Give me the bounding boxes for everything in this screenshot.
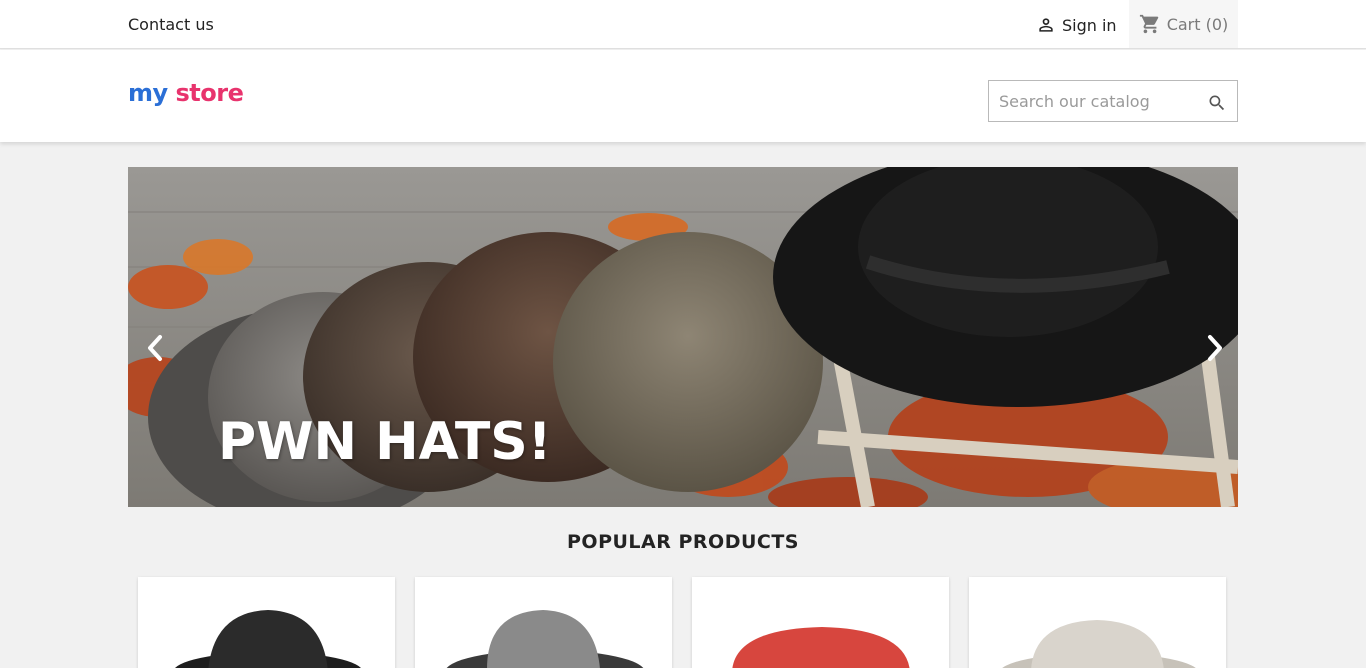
product-card[interactable] <box>969 577 1226 668</box>
product-card[interactable] <box>692 577 949 668</box>
cart-label: Cart <box>1166 14 1201 34</box>
chevron-left-icon[interactable] <box>140 330 170 366</box>
contact-us-link[interactable]: Contact us <box>128 15 214 34</box>
banner-caption: PWN HATS! <box>218 412 552 472</box>
top-nav-bar: Contact us Sign in Cart (0) <box>0 0 1366 49</box>
site-header: my store <box>0 50 1366 142</box>
search-icon[interactable] <box>1207 93 1227 113</box>
product-card[interactable] <box>138 577 395 668</box>
cart-count: (0) <box>1205 14 1229 34</box>
product-image <box>1002 620 1196 668</box>
hero-carousel[interactable]: PWN HATS! <box>128 167 1238 507</box>
product-image <box>446 610 644 668</box>
popular-products-heading: POPULAR PRODUCTS <box>567 531 799 553</box>
product-image <box>174 610 362 668</box>
logo-text-store: store <box>175 79 244 107</box>
sign-in-label: Sign in <box>1062 15 1117 35</box>
shopping-cart-icon <box>1139 14 1158 34</box>
product-grid <box>138 577 1228 668</box>
product-image <box>732 627 910 668</box>
search-box <box>988 80 1238 122</box>
product-card[interactable] <box>415 577 672 668</box>
logo-text-my: my <box>128 79 168 107</box>
chevron-right-icon[interactable] <box>1200 330 1230 366</box>
store-logo[interactable]: my store <box>128 78 244 108</box>
user-icon <box>1039 18 1053 32</box>
cart-button[interactable]: Cart (0) <box>1129 0 1238 48</box>
sign-in-link[interactable]: Sign in <box>1036 13 1117 37</box>
search-input[interactable] <box>989 81 1199 121</box>
